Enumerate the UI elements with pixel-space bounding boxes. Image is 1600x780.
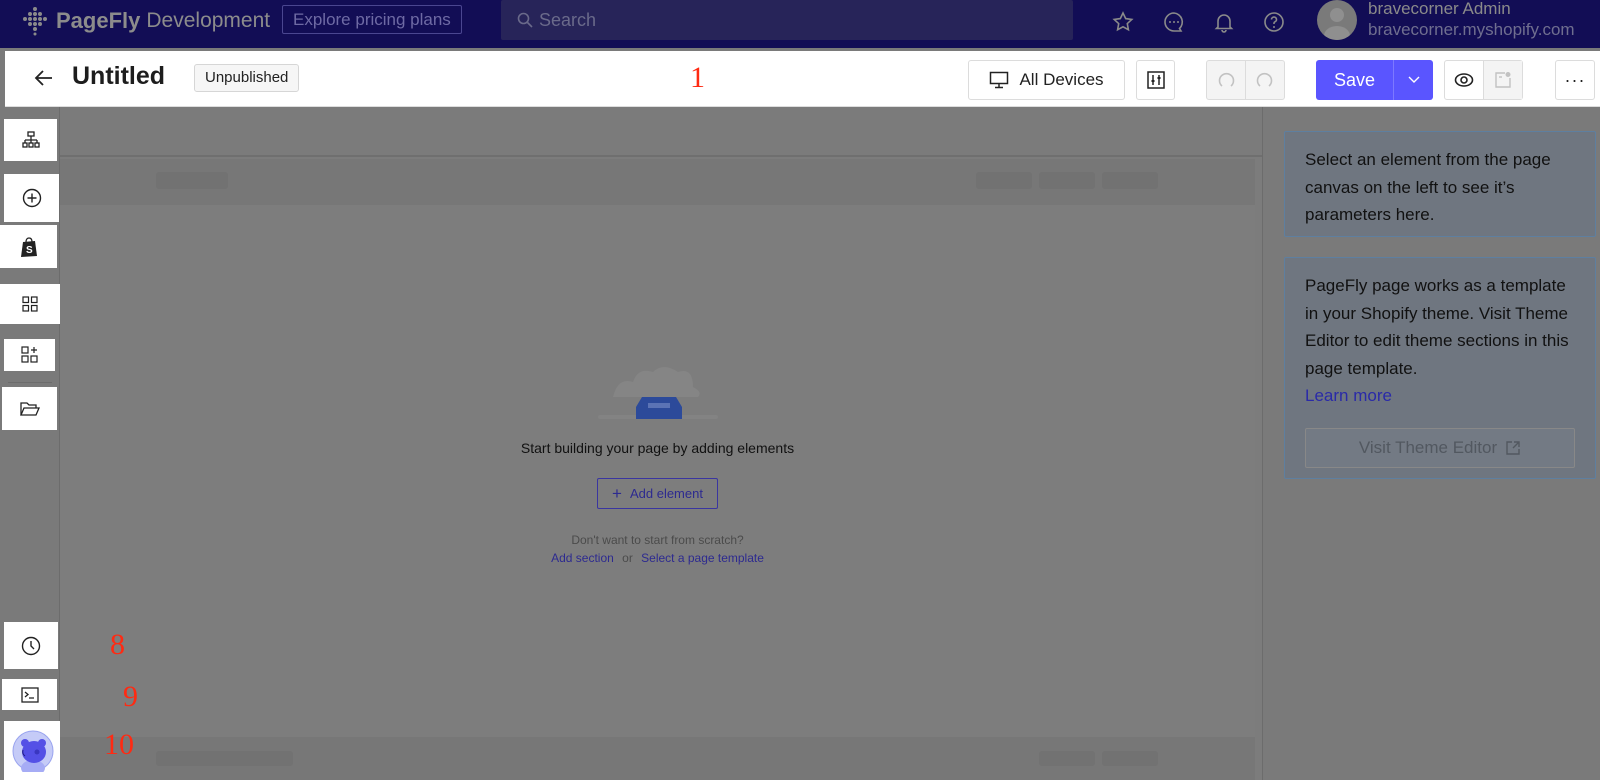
canvas-top-strip [60, 107, 1262, 157]
sidebar-divider [8, 382, 52, 383]
canvas-header-placeholder [60, 159, 1255, 205]
empty-box-illustration [597, 367, 718, 419]
visit-theme-editor-label: Visit Theme Editor [1358, 437, 1498, 457]
sidebar-item-support-chat[interactable] [4, 721, 62, 780]
chat-icon[interactable] [1162, 10, 1186, 34]
sidebar-item-shopify-elements[interactable]: S [0, 225, 57, 268]
save-options-dropdown[interactable] [1394, 60, 1433, 100]
chevron-down-icon [1408, 76, 1419, 83]
placeholder-nav-1 [976, 172, 1032, 189]
empty-state-title: Start building your page by adding eleme… [520, 440, 795, 456]
preview-group [1444, 60, 1523, 100]
star-icon[interactable] [1111, 10, 1135, 34]
sidebar-item-sections[interactable] [0, 284, 60, 324]
terminal-icon [20, 686, 39, 703]
device-selector-button[interactable]: All Devices [968, 60, 1125, 100]
undo-button[interactable] [1207, 61, 1246, 99]
save-button-group: Save [1316, 60, 1433, 100]
help-icon[interactable] [1262, 10, 1286, 34]
shopify-bag-icon: S [20, 236, 37, 257]
clock-icon [21, 636, 41, 655]
plus-circle-icon [22, 188, 41, 208]
more-options-button[interactable]: ··· [1555, 60, 1595, 100]
shop-domain: bravecorner.myshopify.com [1368, 20, 1575, 39]
search-placeholder: Search [539, 9, 597, 30]
annotation-9: 9 [123, 680, 138, 713]
brand-name: PageFly [56, 8, 141, 33]
editor-header: Untitled Unpublished 1 All Devices Save … [5, 51, 1600, 107]
placeholder-footer-2 [1102, 751, 1158, 766]
or-text: or [622, 551, 633, 565]
desktop-icon [990, 71, 1009, 89]
grid-plus-icon [20, 346, 38, 363]
pagefly-diamond-icon [23, 7, 47, 36]
select-template-link[interactable]: Select a page template [641, 551, 764, 565]
save-button[interactable]: Save [1316, 60, 1394, 100]
visit-theme-editor-button[interactable]: Visit Theme Editor [1305, 427, 1575, 468]
bell-icon[interactable] [1212, 10, 1236, 34]
sidebar-item-page-outline[interactable] [4, 119, 57, 161]
environment-label: Development [146, 9, 271, 32]
page-settings-button[interactable] [1136, 60, 1175, 100]
publish-button[interactable] [1483, 61, 1522, 99]
page-canvas: Start building your page by adding eleme… [60, 107, 1262, 780]
placeholder-nav-2 [1039, 172, 1095, 189]
annotation-1: 1 [690, 61, 705, 94]
add-section-link[interactable]: Add section [551, 551, 614, 565]
sitemap-icon [21, 131, 40, 148]
placeholder-footer-text [156, 751, 293, 766]
publish-page-icon [1495, 72, 1511, 88]
user-name: bravecorner Admin [1368, 0, 1511, 18]
sidebar-item-add-element[interactable] [4, 174, 59, 222]
scratch-hint: Don't want to start from scratch? [571, 533, 744, 547]
add-element-button[interactable]: + Add element [597, 478, 718, 509]
bear-avatar-icon [12, 730, 54, 772]
search-input[interactable]: Search [501, 0, 1073, 40]
folder-open-icon [19, 401, 40, 416]
sidebar-item-saved-sections[interactable] [2, 387, 57, 430]
inspector-info-text: Select an element from the page canvas o… [1305, 150, 1551, 224]
theme-editor-card: PageFly page works as a template in your… [1284, 257, 1596, 479]
inspector-info-card: Select an element from the page canvas o… [1284, 131, 1596, 237]
inspector-panel: Select an element from the page canvas o… [1262, 107, 1600, 780]
canvas-footer-placeholder [60, 737, 1255, 780]
placeholder-footer-1 [1039, 751, 1095, 766]
sidebar-item-history[interactable] [4, 622, 58, 669]
page-title[interactable]: Untitled [72, 62, 165, 91]
user-silhouette-icon [1324, 8, 1350, 40]
annotation-8: 8 [110, 628, 125, 661]
user-info[interactable]: bravecorner Admin bravecorner.myshopify.… [1368, 0, 1575, 40]
grid-icon [22, 296, 38, 312]
add-element-label: Add element [629, 486, 703, 501]
left-sidebar: S [0, 107, 62, 780]
external-link-icon [1506, 440, 1520, 455]
learn-more-link[interactable]: Learn more [1305, 386, 1392, 405]
eye-icon [1454, 73, 1474, 87]
svg-text:S: S [26, 245, 33, 256]
top-navigation-bar: PageFly Development Explore pricing plan… [0, 0, 1600, 48]
plus-icon: + [612, 483, 622, 503]
undo-redo-group [1206, 60, 1285, 100]
user-avatar[interactable] [1317, 0, 1357, 40]
theme-info-text: PageFly page works as a template in your… [1305, 276, 1569, 378]
annotation-10: 10 [104, 728, 134, 761]
search-icon [517, 12, 533, 28]
empty-state: Start building your page by adding eleme… [60, 357, 1255, 565]
placeholder-logo [156, 172, 228, 189]
preview-button[interactable] [1445, 61, 1483, 99]
redo-button[interactable] [1246, 61, 1284, 99]
redo-icon [1256, 72, 1273, 87]
start-options: Add section or Select a page template [60, 551, 1255, 565]
device-selector-label: All Devices [1019, 70, 1104, 89]
undo-icon [1218, 72, 1235, 87]
explore-pricing-button[interactable]: Explore pricing plans [282, 5, 462, 34]
back-arrow-icon[interactable] [33, 67, 55, 89]
sidebar-item-custom-code[interactable] [2, 679, 57, 710]
pagefly-logo[interactable]: PageFly Development [20, 6, 270, 36]
sliders-icon [1146, 71, 1165, 89]
sidebar-item-add-ons[interactable] [4, 339, 55, 371]
status-badge: Unpublished [194, 64, 300, 92]
placeholder-nav-3 [1102, 172, 1158, 189]
